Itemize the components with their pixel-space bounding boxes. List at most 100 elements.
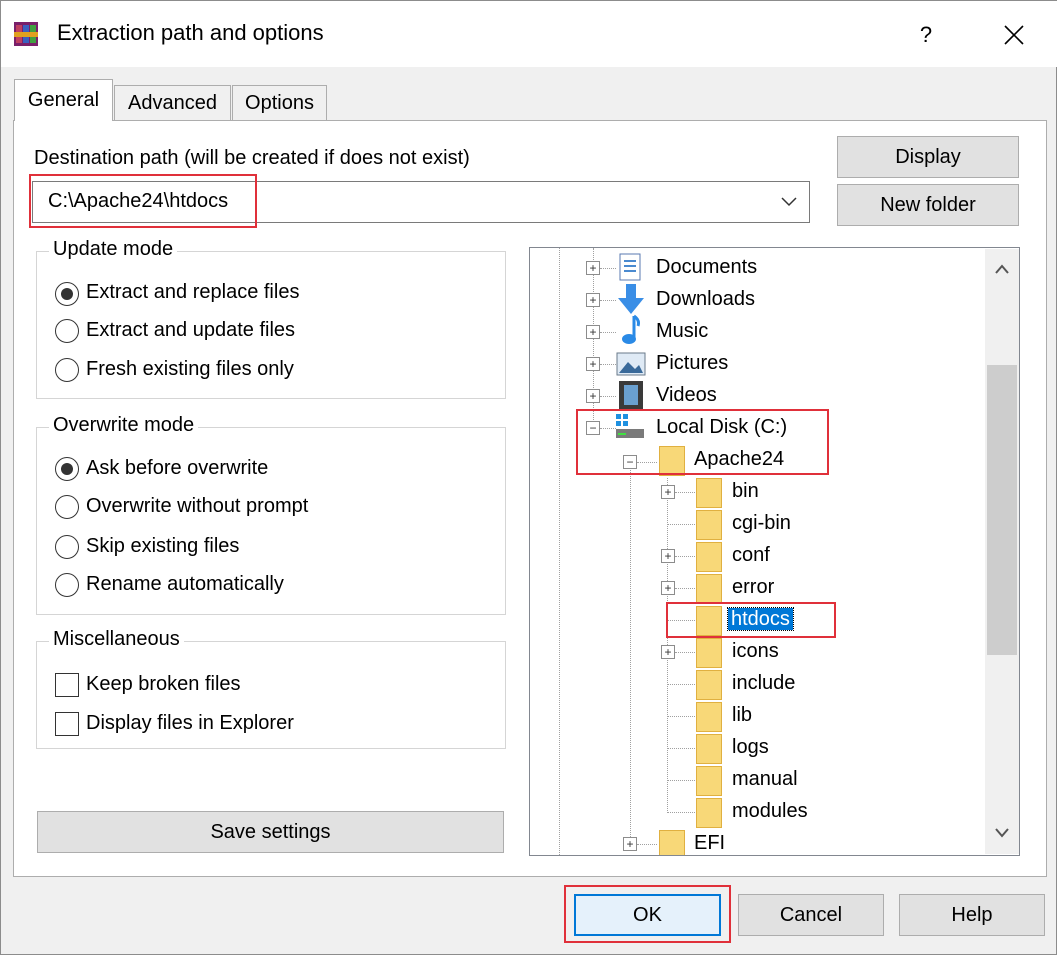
radio-extract-replace[interactable] xyxy=(55,282,79,306)
chevron-down-icon[interactable] xyxy=(993,827,1011,839)
collapse-icon[interactable]: − xyxy=(586,421,600,435)
tree-item-efi[interactable]: EFI xyxy=(694,828,725,855)
tree-connector xyxy=(600,396,616,397)
collapse-icon[interactable]: − xyxy=(623,455,637,469)
tree-item-include[interactable]: include xyxy=(732,668,795,698)
scroll-thumb[interactable] xyxy=(987,365,1017,655)
radio-overwrite-without-prompt-label[interactable]: Overwrite without prompt xyxy=(86,495,308,518)
folder-icon xyxy=(696,734,722,764)
radio-extract-update-label[interactable]: Extract and update files xyxy=(86,319,295,342)
tree-connector xyxy=(675,492,695,493)
tree-item-documents[interactable]: Documents xyxy=(656,252,757,282)
expand-icon[interactable]: + xyxy=(586,357,600,371)
tree-item-music[interactable]: Music xyxy=(656,316,708,346)
update-mode-title: Update mode xyxy=(49,238,178,261)
tree-item-label: logs xyxy=(732,736,769,758)
tree-item-label: modules xyxy=(732,800,808,822)
tree-connector xyxy=(637,844,657,845)
help-button[interactable]: Help xyxy=(899,894,1045,936)
window-title: Extraction path and options xyxy=(57,20,324,45)
tree-item-label: Documents xyxy=(656,256,758,278)
radio-skip-existing-label[interactable]: Skip existing files xyxy=(86,535,239,558)
tree-item-cgi-bin[interactable]: cgi-bin xyxy=(732,508,791,538)
tree-item-htdocs[interactable]: htdocs xyxy=(727,604,794,634)
checkbox-display-explorer-label[interactable]: Display files in Explorer xyxy=(86,712,294,735)
music-icon xyxy=(622,314,640,344)
tab-general[interactable]: General xyxy=(14,79,113,121)
tree-item-pictures[interactable]: Pictures xyxy=(656,348,728,378)
radio-extract-update[interactable] xyxy=(55,319,79,343)
checkbox-keep-broken-label[interactable]: Keep broken files xyxy=(86,673,241,696)
radio-rename-automatically[interactable] xyxy=(55,573,79,597)
tree-item-label: error xyxy=(732,576,775,598)
checkbox-display-explorer[interactable] xyxy=(55,712,79,736)
radio-overwrite-without-prompt[interactable] xyxy=(55,495,79,519)
tree-scrollbar[interactable] xyxy=(985,249,1019,854)
tree-item-label: Music xyxy=(656,320,709,342)
tree-connector xyxy=(668,812,695,813)
extraction-dialog: Extraction path and options ? General Ad… xyxy=(0,0,1057,955)
folder-icon xyxy=(696,638,722,668)
expand-icon[interactable]: + xyxy=(623,837,637,851)
new-folder-button[interactable]: New folder xyxy=(837,184,1019,226)
radio-extract-replace-label[interactable]: Extract and replace files xyxy=(86,281,299,304)
expand-icon[interactable]: + xyxy=(661,549,675,563)
expand-icon[interactable]: + xyxy=(661,645,675,659)
folder-icon xyxy=(659,830,685,855)
tree-item-videos[interactable]: Videos xyxy=(656,380,717,410)
tree-guide xyxy=(630,462,631,837)
tree-connector xyxy=(668,524,695,525)
pictures-icon xyxy=(616,352,646,376)
tree-item-label: include xyxy=(732,672,796,694)
tree-item-modules[interactable]: modules xyxy=(732,796,808,826)
tree-item-conf[interactable]: conf xyxy=(732,540,770,570)
tree-item-manual[interactable]: manual xyxy=(732,764,798,794)
tree-item-label: Apache24 xyxy=(694,448,785,470)
cancel-button[interactable]: Cancel xyxy=(738,894,884,936)
overwrite-mode-title: Overwrite mode xyxy=(49,414,199,437)
tree-item-error[interactable]: error xyxy=(732,572,774,602)
radio-skip-existing[interactable] xyxy=(55,535,79,559)
help-title-button[interactable]: ? xyxy=(906,13,946,57)
drive-icon xyxy=(616,414,644,438)
destination-label: Destination path (will be created if doe… xyxy=(34,147,470,169)
tree-item-logs[interactable]: logs xyxy=(732,732,769,762)
expand-icon[interactable]: + xyxy=(586,261,600,275)
tree-item-lib[interactable]: lib xyxy=(732,700,752,730)
tree-item-downloads[interactable]: Downloads xyxy=(656,284,755,314)
expand-icon[interactable]: + xyxy=(586,293,600,307)
chevron-up-icon[interactable] xyxy=(993,263,1011,275)
tree-item-bin[interactable]: bin xyxy=(732,476,759,506)
tab-advanced[interactable]: Advanced xyxy=(114,85,231,120)
ok-button[interactable]: OK xyxy=(574,894,721,936)
tree-connector xyxy=(675,652,695,653)
tree-item-apache24[interactable]: Apache24 xyxy=(694,444,784,474)
tree-item-label: Local Disk (C:) xyxy=(656,416,788,438)
radio-ask-before-overwrite[interactable] xyxy=(55,457,79,481)
tree-item-local-disk[interactable]: Local Disk (C:) xyxy=(656,412,787,442)
folder-icon xyxy=(696,702,722,732)
expand-icon[interactable]: + xyxy=(661,485,675,499)
destination-path-combo[interactable]: C:\Apache24\htdocs xyxy=(32,181,810,223)
radio-fresh-existing-label[interactable]: Fresh existing files only xyxy=(86,358,294,381)
display-button[interactable]: Display xyxy=(837,136,1019,178)
tree-item-icons[interactable]: icons xyxy=(732,636,779,666)
radio-rename-automatically-label[interactable]: Rename automatically xyxy=(86,573,284,596)
expand-icon[interactable]: + xyxy=(661,581,675,595)
chevron-down-icon[interactable] xyxy=(779,194,799,210)
expand-icon[interactable]: + xyxy=(586,389,600,403)
folder-icon xyxy=(659,446,685,476)
tree-connector xyxy=(637,462,657,463)
save-settings-button[interactable]: Save settings xyxy=(37,811,504,853)
radio-ask-before-overwrite-label[interactable]: Ask before overwrite xyxy=(86,457,268,480)
tab-options[interactable]: Options xyxy=(232,85,327,120)
tree-item-label: bin xyxy=(732,480,759,502)
radio-fresh-existing[interactable] xyxy=(55,358,79,382)
folder-tree[interactable]: + Documents + Downloads + Music + Pictur… xyxy=(529,247,1020,856)
checkbox-keep-broken[interactable] xyxy=(55,673,79,697)
tree-connector xyxy=(600,332,616,333)
tree-connector xyxy=(668,716,695,717)
expand-icon[interactable]: + xyxy=(586,325,600,339)
close-button[interactable] xyxy=(989,13,1039,57)
close-icon xyxy=(1004,25,1024,45)
